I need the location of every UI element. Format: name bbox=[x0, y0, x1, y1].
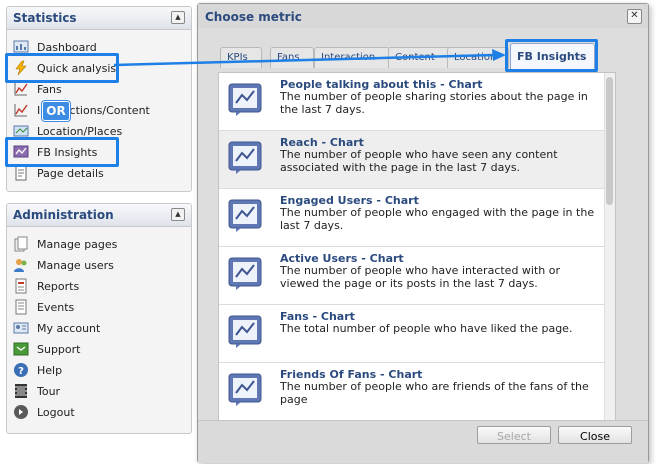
chart-icon bbox=[228, 141, 262, 175]
sidebar-item-support[interactable]: Support bbox=[13, 339, 80, 359]
chart-icon bbox=[13, 102, 29, 118]
sidebar-item-label: Help bbox=[37, 363, 63, 377]
close-icon[interactable]: ✕ bbox=[627, 9, 642, 24]
support-icon bbox=[13, 341, 29, 357]
sidebar-item-manage-users[interactable]: Manage users bbox=[13, 255, 114, 275]
sidebar-item-events[interactable]: Events bbox=[13, 297, 74, 317]
statistics-title: Statistics bbox=[13, 11, 77, 25]
tab-kpis[interactable]: KPIs bbox=[220, 47, 262, 68]
list-item[interactable]: Active Users - Chart The number of peopl… bbox=[219, 247, 605, 305]
sidebar-item-label: Logout bbox=[37, 405, 75, 419]
logout-icon bbox=[13, 404, 29, 420]
metric-list[interactable]: People talking about this - Chart The nu… bbox=[218, 72, 616, 436]
dialog-title: Choose metric bbox=[205, 10, 302, 24]
sidebar-item-tour[interactable]: Tour bbox=[13, 381, 60, 401]
dialog-footer: Select Close bbox=[198, 420, 648, 463]
or-label: OR bbox=[42, 101, 70, 121]
sidebar-item-label: Manage users bbox=[37, 258, 114, 272]
fb-insights-highlight bbox=[5, 137, 119, 167]
close-button[interactable]: Close bbox=[558, 426, 632, 444]
metric-description: The number of people who are friends of … bbox=[280, 380, 589, 406]
select-button[interactable]: Select bbox=[477, 426, 551, 444]
list-item[interactable]: Friends Of Fans - Chart The number of pe… bbox=[219, 363, 605, 421]
administration-panel: Administration ▲ Manage pages Manage use… bbox=[6, 203, 192, 434]
sidebar-item-manage-pages[interactable]: Manage pages bbox=[13, 234, 117, 254]
choose-metric-dialog: Choose metric ✕ KPIs Fans Interaction Co… bbox=[197, 3, 649, 463]
tab-content[interactable]: Content bbox=[388, 47, 454, 68]
report-icon bbox=[13, 278, 29, 294]
sidebar-item-my-account[interactable]: My account bbox=[13, 318, 100, 338]
metric-description: The number of people sharing stories abo… bbox=[280, 90, 588, 116]
tab-location[interactable]: Location bbox=[447, 47, 509, 68]
help-icon: ? bbox=[13, 362, 29, 378]
events-icon bbox=[13, 299, 29, 315]
sidebar-item-label: Page details bbox=[37, 166, 104, 180]
sidebar-item-label: Events bbox=[37, 300, 75, 314]
tabs-area: KPIs Fans Interaction Content Location F… bbox=[204, 34, 632, 436]
tab-interaction[interactable]: Interaction bbox=[314, 47, 390, 68]
list-item[interactable]: Engaged Users - Chart The number of peop… bbox=[219, 189, 605, 247]
document-icon bbox=[13, 165, 29, 181]
metric-description: The number of people who engaged with th… bbox=[280, 206, 595, 232]
sidebar-item-label: Support bbox=[37, 342, 81, 356]
sidebar-item-reports[interactable]: Reports bbox=[13, 276, 79, 296]
chart-icon bbox=[13, 81, 29, 97]
sidebar-item-logout[interactable]: Logout bbox=[13, 402, 75, 422]
list-scrollbar[interactable] bbox=[604, 73, 615, 435]
sidebar-item-help[interactable]: ? Help bbox=[13, 360, 62, 380]
metric-description: The number of people who have seen any c… bbox=[280, 148, 558, 174]
dialog-titlebar: Choose metric ✕ bbox=[198, 4, 648, 28]
scrollbar-thumb[interactable] bbox=[606, 77, 613, 205]
users-icon bbox=[13, 257, 29, 273]
sidebar-item-label: Fans bbox=[37, 82, 62, 96]
administration-title: Administration bbox=[13, 208, 114, 222]
pages-icon bbox=[13, 236, 29, 252]
tab-fans[interactable]: Fans bbox=[270, 47, 314, 68]
sidebar-item-label: My account bbox=[37, 321, 101, 335]
collapse-administration-button[interactable]: ▲ bbox=[171, 208, 185, 221]
list-item[interactable]: Reach - Chart The number of people who h… bbox=[219, 131, 605, 189]
tour-icon bbox=[13, 383, 29, 399]
svg-text:?: ? bbox=[18, 366, 24, 377]
sidebar-item-label: Reports bbox=[37, 279, 80, 293]
sidebar-item-label: Tour bbox=[37, 384, 61, 398]
list-item[interactable]: People talking about this - Chart The nu… bbox=[219, 73, 605, 131]
chart-icon bbox=[228, 83, 262, 117]
sidebar-item-label: Location/Places bbox=[37, 124, 123, 138]
sidebar-item-label: Manage pages bbox=[37, 237, 118, 251]
fb-insights-tab-highlight bbox=[505, 39, 598, 72]
chart-icon bbox=[228, 257, 262, 291]
list-item[interactable]: Fans - Chart The total number of people … bbox=[219, 305, 605, 363]
chart-icon bbox=[228, 315, 262, 349]
chart-icon bbox=[228, 199, 262, 233]
chart-icon bbox=[228, 373, 262, 407]
collapse-statistics-button[interactable]: ▲ bbox=[171, 11, 185, 24]
administration-header: Administration ▲ bbox=[7, 204, 191, 227]
sidebar-item-interactions[interactable]: Interactions/Content bbox=[13, 100, 150, 120]
quick-analysis-highlight bbox=[5, 53, 119, 83]
statistics-header: Statistics ▲ bbox=[7, 7, 191, 30]
metric-description: The number of people who have interacted… bbox=[280, 264, 561, 290]
account-icon bbox=[13, 320, 29, 336]
metric-description: The total number of people who have like… bbox=[280, 322, 573, 335]
sidebar-item-label: Dashboard bbox=[37, 40, 97, 54]
